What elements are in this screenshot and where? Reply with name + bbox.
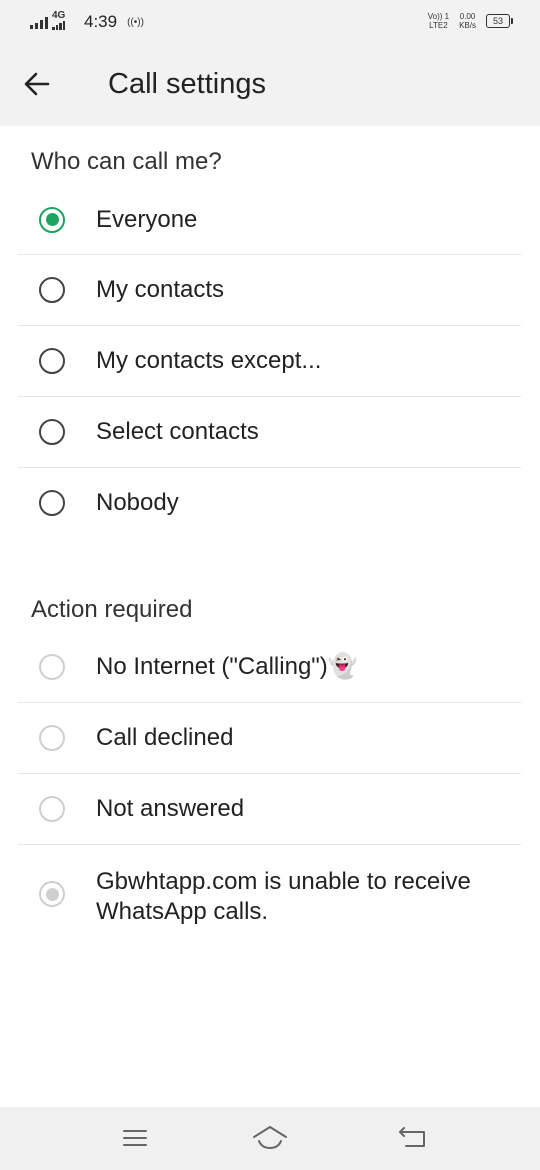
volte-line2: LTE2: [429, 21, 448, 30]
option-label: Gbwhtapp.com is unable to receive WhatsA…: [96, 868, 471, 925]
radio-option-select-contacts[interactable]: Select contacts: [18, 397, 521, 468]
option-label: Select contacts: [96, 418, 259, 445]
data-speed: 0.00 KB/s: [459, 12, 476, 30]
network-indicator: 4G: [52, 10, 82, 32]
option-label: My contacts: [96, 276, 225, 303]
option-label: No Internet ("Calling")👻: [96, 653, 358, 680]
radio-button[interactable]: [39, 654, 65, 680]
radio-option-everyone[interactable]: Everyone: [18, 185, 521, 255]
radio-option-my-contacts-except[interactable]: My contacts except...: [18, 326, 521, 397]
option-label: Everyone: [96, 205, 198, 233]
menu-icon: [123, 1130, 147, 1146]
radio-option-not-answered[interactable]: Not answered: [18, 774, 521, 845]
home-button[interactable]: [250, 1122, 290, 1154]
option-label: Not answered: [96, 795, 245, 822]
clock: 4:39: [84, 12, 118, 31]
radio-button[interactable]: [39, 796, 65, 822]
radio-button[interactable]: [39, 277, 65, 303]
hotspot-icon: ((•)): [127, 16, 144, 28]
radio-option-my-contacts[interactable]: My contacts: [18, 255, 521, 326]
status-left: 4G 4:39 ((•)): [30, 10, 144, 34]
option-label: My contacts except...: [96, 347, 322, 374]
radio-button[interactable]: [39, 725, 65, 751]
radio-option-unable-to-receive[interactable]: Gbwhtapp.com is unable to receive WhatsA…: [18, 845, 521, 945]
speed-unit: KB/s: [459, 21, 476, 30]
radio-option-nobody[interactable]: Nobody: [18, 468, 521, 538]
status-right: Vo)) 1 LTE2 0.00 KB/s 53: [428, 12, 513, 30]
radio-button[interactable]: [39, 881, 65, 907]
radio-button[interactable]: [39, 348, 65, 374]
network-type: 4G: [52, 10, 66, 21]
option-label: Call declined: [96, 724, 234, 751]
home-icon: [253, 1126, 287, 1149]
radio-option-call-declined[interactable]: Call declined: [18, 703, 521, 774]
signal-strength-icon: [30, 15, 48, 29]
battery-icon: 53: [486, 14, 513, 28]
section-title-who-can-call: Who can call me?: [31, 148, 222, 175]
navigation-bar: [0, 1107, 540, 1170]
battery-level: 53: [492, 16, 503, 26]
menu-button[interactable]: [115, 1122, 155, 1154]
radio-button[interactable]: [39, 490, 65, 516]
section-title-action-required: Action required: [31, 596, 193, 623]
nav-back-button[interactable]: [392, 1122, 432, 1154]
status-bar: 4G 4:39 ((•)) Vo)) 1 LTE2 0.00 KB/s 53: [0, 0, 540, 44]
signal-strength-2-icon: [52, 21, 65, 30]
radio-button[interactable]: [39, 206, 65, 233]
option-label: Nobody: [96, 489, 179, 516]
radio-option-no-internet[interactable]: No Internet ("Calling")👻: [18, 632, 521, 703]
speed-value: 0.00: [459, 12, 476, 21]
page-title: Call settings: [108, 68, 266, 100]
radio-button[interactable]: [39, 419, 65, 445]
arrow-left-icon: [24, 72, 50, 96]
volte-line1: Vo)) 1: [427, 12, 450, 21]
app-bar: Call settings: [0, 44, 540, 126]
back-button[interactable]: [22, 69, 52, 99]
back-icon: [399, 1127, 425, 1147]
volte-indicator: Vo)) 1 LTE2: [428, 12, 449, 30]
